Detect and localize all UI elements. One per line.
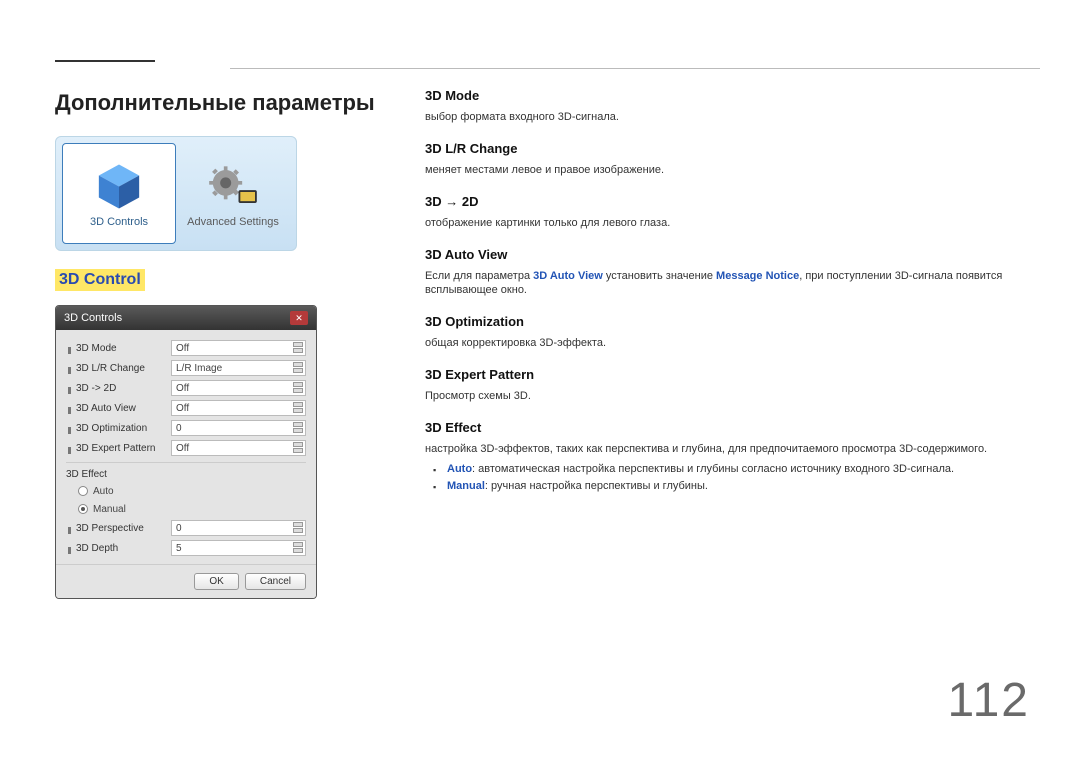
page-number: 112: [947, 673, 1030, 728]
header-hairline: [230, 68, 1040, 69]
p-3d-effect: настройка 3D-эффектов, таких как перспек…: [425, 442, 1040, 457]
h-3d-mode: 3D Mode: [425, 88, 1040, 103]
gear-icon: [203, 159, 263, 214]
banner-label-adv: Advanced Settings: [187, 216, 279, 228]
section-title: Дополнительные параметры: [55, 90, 395, 116]
p-expert-pattern: Просмотр схемы 3D.: [425, 389, 1040, 404]
dialog-3d-controls: 3D Controls ✕ 3D Mode Off 3D L/R Change …: [55, 305, 317, 599]
row-auto-view: 3D Auto View Off: [66, 398, 306, 418]
row-perspective: 3D Perspective 0: [66, 518, 306, 538]
row-3d-mode: 3D Mode Off: [66, 338, 306, 358]
link-auto-view: 3D Auto View: [533, 270, 603, 282]
select-3d-2d[interactable]: Off: [171, 380, 306, 396]
link-message-notice: Message Notice: [716, 270, 799, 282]
row-optimization: 3D Optimization 0: [66, 418, 306, 438]
header-rule: [55, 60, 155, 62]
group-3d-effect: 3D Effect: [66, 462, 306, 482]
cube-3d-icon: [89, 159, 149, 214]
radio-auto[interactable]: Auto: [66, 482, 306, 500]
p-3d-2d: отображение картинки только для левого г…: [425, 216, 1040, 231]
p-optimization: общая корректировка 3D-эффекта.: [425, 336, 1040, 351]
stepper-depth[interactable]: 5: [171, 540, 306, 556]
stepper-perspective[interactable]: 0: [171, 520, 306, 536]
banner-item-advanced[interactable]: Advanced Settings: [176, 143, 290, 244]
h-optimization: 3D Optimization: [425, 314, 1040, 329]
label-expert-pattern: 3D Expert Pattern: [66, 443, 171, 454]
dialog-titlebar: 3D Controls ✕: [56, 306, 316, 330]
row-depth: 3D Depth 5: [66, 538, 306, 558]
radio-manual[interactable]: Manual: [66, 500, 306, 518]
select-lr-change[interactable]: L/R Image: [171, 360, 306, 376]
select-auto-view[interactable]: Off: [171, 400, 306, 416]
stepper-optimization[interactable]: 0: [171, 420, 306, 436]
row-lr-change: 3D L/R Change L/R Image: [66, 358, 306, 378]
h-3d-2d: 3D → 2D: [425, 194, 1040, 209]
label-depth: 3D Depth: [66, 543, 171, 554]
p-auto-view: Если для параметра 3D Auto View установи…: [425, 269, 1040, 299]
h-auto-view: 3D Auto View: [425, 247, 1040, 262]
label-auto-view: 3D Auto View: [66, 403, 171, 414]
dialog-title-text: 3D Controls: [64, 312, 122, 324]
label-3d-2d: 3D -> 2D: [66, 383, 171, 394]
cancel-button[interactable]: Cancel: [245, 573, 306, 590]
banner-label-3d: 3D Controls: [90, 216, 148, 228]
row-3d-2d: 3D -> 2D Off: [66, 378, 306, 398]
h-3d-effect: 3D Effect: [425, 420, 1040, 435]
h-lr-change: 3D L/R Change: [425, 141, 1040, 156]
label-lr-change: 3D L/R Change: [66, 363, 171, 374]
p-3d-mode: выбор формата входного 3D-сигнала.: [425, 110, 1040, 125]
close-icon[interactable]: ✕: [290, 311, 308, 325]
row-expert-pattern: 3D Expert Pattern Off: [66, 438, 306, 458]
bullet-auto: Auto: автоматическая настройка перспекти…: [447, 461, 1040, 479]
h-expert-pattern: 3D Expert Pattern: [425, 367, 1040, 382]
p-lr-change: меняет местами левое и правое изображени…: [425, 163, 1040, 178]
settings-banner: 3D Controls: [55, 136, 297, 251]
subsection-title: 3D Control: [55, 269, 145, 291]
select-expert-pattern[interactable]: Off: [171, 440, 306, 456]
label-perspective: 3D Perspective: [66, 523, 171, 534]
label-optimization: 3D Optimization: [66, 423, 171, 434]
select-3d-mode[interactable]: Off: [171, 340, 306, 356]
bullet-manual: Manual: ручная настройка перспективы и г…: [447, 478, 1040, 496]
banner-item-3d-controls[interactable]: 3D Controls: [62, 143, 176, 244]
label-3d-mode: 3D Mode: [66, 343, 171, 354]
ok-button[interactable]: OK: [194, 573, 238, 590]
